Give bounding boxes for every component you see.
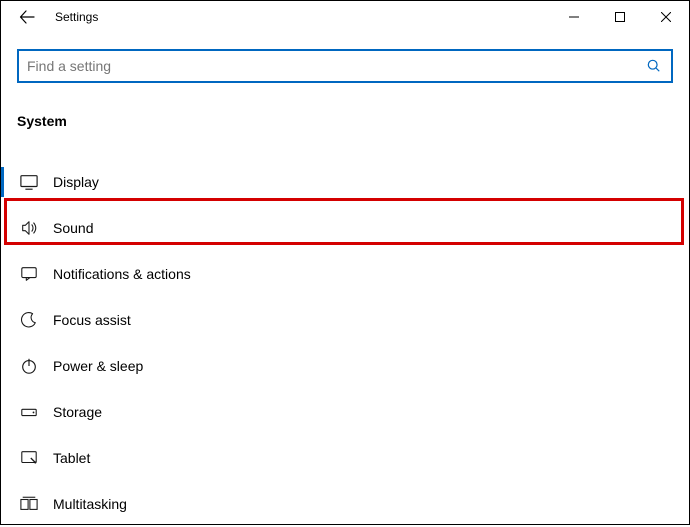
search-input[interactable] xyxy=(27,58,645,74)
tablet-icon xyxy=(19,448,39,468)
search-icon xyxy=(645,57,663,75)
maximize-button[interactable] xyxy=(597,1,643,33)
minimize-button[interactable] xyxy=(551,1,597,33)
nav-item-display[interactable]: Display xyxy=(1,159,689,205)
nav-label: Power & sleep xyxy=(53,358,143,374)
window-title: Settings xyxy=(55,10,98,24)
nav-item-focus-assist[interactable]: Focus assist xyxy=(1,297,689,343)
nav-label: Display xyxy=(53,174,99,190)
power-icon xyxy=(19,356,39,376)
category-header: System xyxy=(1,83,689,137)
nav-item-sound[interactable]: Sound xyxy=(1,205,689,251)
nav-item-storage[interactable]: Storage xyxy=(1,389,689,435)
category-title: System xyxy=(17,113,673,129)
maximize-icon xyxy=(615,12,625,22)
nav-item-tablet[interactable]: Tablet xyxy=(1,435,689,481)
titlebar: Settings xyxy=(1,1,689,33)
nav-label: Multitasking xyxy=(53,496,127,512)
minimize-icon xyxy=(569,12,579,22)
nav-label: Focus assist xyxy=(53,312,131,328)
focus-assist-icon xyxy=(19,310,39,330)
notifications-icon xyxy=(19,264,39,284)
close-button[interactable] xyxy=(643,1,689,33)
nav-item-multitasking[interactable]: Multitasking xyxy=(1,481,689,527)
nav-label: Tablet xyxy=(53,450,90,466)
nav-item-power-sleep[interactable]: Power & sleep xyxy=(1,343,689,389)
back-button[interactable] xyxy=(13,3,41,31)
display-icon xyxy=(19,172,39,192)
window-controls xyxy=(551,1,689,33)
close-icon xyxy=(661,12,671,22)
nav-label: Storage xyxy=(53,404,102,420)
back-arrow-icon xyxy=(19,9,35,25)
nav-label: Sound xyxy=(53,220,93,236)
search-container xyxy=(1,33,689,83)
sound-icon xyxy=(19,218,39,238)
storage-icon xyxy=(19,402,39,422)
nav-label: Notifications & actions xyxy=(53,266,191,282)
nav-item-notifications[interactable]: Notifications & actions xyxy=(1,251,689,297)
search-box[interactable] xyxy=(17,49,673,83)
nav-list: Display Sound Notifications & actions Fo… xyxy=(1,137,689,527)
multitasking-icon xyxy=(19,494,39,514)
